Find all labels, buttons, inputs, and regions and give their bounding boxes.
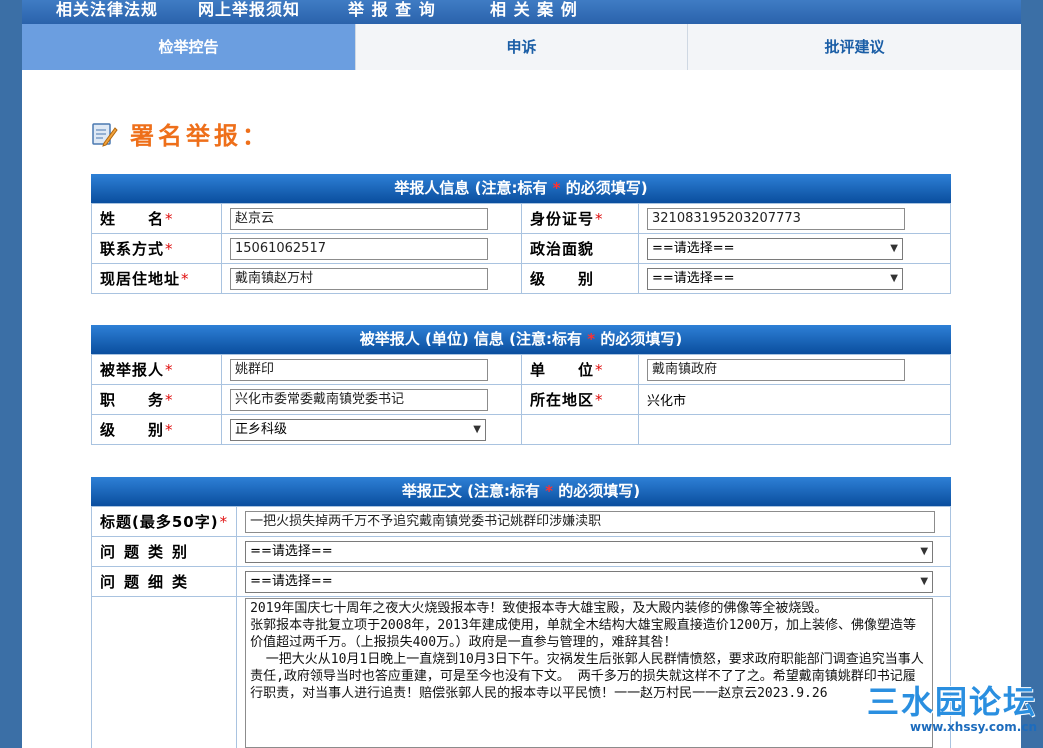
accused-panel: 被举报人 (单位) 信息 (注意:标有 * 的必须填写) 被举报人* 姚群印 单…: [91, 325, 951, 445]
page-right-border: [1021, 0, 1043, 748]
accused-header-text: 被举报人 (单位) 信息 (注意:标有: [359, 330, 588, 348]
nav-query[interactable]: 举 报 查 询: [348, 0, 436, 22]
watermark-title: 三水园论坛: [866, 683, 1037, 721]
id-number-field[interactable]: 321083195203207773: [647, 207, 905, 230]
chevron-down-icon: ▼: [890, 242, 898, 254]
required-star: *: [587, 330, 596, 348]
category-label: 问题类别: [90, 536, 238, 567]
nav-guide[interactable]: 网上举报须知: [198, 0, 300, 22]
tab-appeal[interactable]: 申诉: [355, 24, 687, 70]
content-panel: 举报正文 (注意:标有 * 的必须填写) 标题(最多50字)* 一把火损失掉两千…: [90, 477, 951, 748]
notepad-pencil-icon: [90, 119, 118, 147]
page-content: 相关法律法规 网上举报须知 举 报 查 询 相 关 案 例 检举控告 申诉 批评…: [22, 0, 1021, 748]
subject-label: 标题(最多50字)*: [90, 506, 238, 537]
detail-select[interactable]: ==请选择== ▼: [245, 570, 934, 593]
unit-field[interactable]: 戴南镇政府: [647, 358, 905, 381]
content-header-text: 举报正文 (注意:标有: [401, 482, 546, 500]
category-select[interactable]: ==请选择== ▼: [245, 540, 934, 563]
duty-label: 职 务*: [91, 384, 222, 415]
page-left-border: [0, 0, 22, 748]
reporter-table: 姓 名* 赵京云 身份证号* 321083195203207773 联系方式* …: [91, 203, 951, 294]
content-header-text-end: 的必须填写): [553, 482, 641, 500]
top-nav: 相关法律法规 网上举报须知 举 报 查 询 相 关 案 例: [22, 0, 1021, 24]
section-heading: 署名举报：: [90, 116, 270, 150]
accused-level-label: 级 别*: [91, 414, 222, 445]
forum-watermark: 三水园论坛 www.xhssy.com.cn: [867, 684, 1037, 734]
accused-name-field[interactable]: 姚群印: [230, 358, 488, 381]
reporter-level-label: 级 别: [521, 263, 639, 294]
id-label: 身份证号*: [521, 203, 639, 234]
subject-field[interactable]: 一把火损失掉两千万不予追究戴南镇党委书记姚群印涉嫌渎职: [245, 510, 936, 533]
reporter-header-text: 举报人信息 (注意:标有: [394, 179, 553, 197]
page-title: 署名举报：: [130, 121, 270, 150]
phone-field[interactable]: 15061062517: [230, 237, 488, 260]
chevron-down-icon: ▼: [920, 545, 929, 557]
accused-level-select[interactable]: 正乡科级 ▼: [230, 418, 486, 441]
chevron-down-icon: ▼: [920, 575, 929, 587]
nav-cases[interactable]: 相 关 案 例: [490, 0, 578, 22]
report-type-tabs: 检举控告 申诉 批评建议: [22, 24, 1021, 70]
nav-legal[interactable]: 相关法律法规: [56, 0, 158, 22]
tab-accusation[interactable]: 检举控告: [22, 24, 355, 70]
detail-label: 问题细类: [90, 566, 238, 597]
required-star: *: [545, 482, 554, 500]
name-label: 姓 名*: [91, 203, 222, 234]
chevron-down-icon: ▼: [473, 423, 481, 435]
reporter-level-select[interactable]: ==请选择== ▼: [647, 267, 903, 290]
content-panel-header: 举报正文 (注意:标有 * 的必须填写): [91, 477, 951, 506]
address-field[interactable]: 戴南镇赵万村: [230, 267, 488, 290]
content-table: 标题(最多50字)* 一把火损失掉两千万不予追究戴南镇党委书记姚群印涉嫌渎职 问…: [90, 506, 951, 748]
region-value: 兴化市: [647, 394, 687, 409]
tab-suggestion[interactable]: 批评建议: [687, 24, 1021, 70]
accused-table: 被举报人* 姚群印 单 位* 戴南镇政府 职 务* 兴化市委常委戴南镇党委书记 …: [91, 354, 951, 445]
address-label: 现居住地址*: [91, 263, 222, 294]
accused-name-label: 被举报人*: [91, 354, 222, 385]
politics-label: 政治面貌: [521, 233, 639, 264]
accused-panel-header: 被举报人 (单位) 信息 (注意:标有 * 的必须填写): [91, 325, 951, 354]
watermark-url: www.xhssy.com.cn: [910, 720, 1037, 734]
duty-field[interactable]: 兴化市委常委戴南镇党委书记: [230, 388, 488, 411]
reporter-header-text-end: 的必须填写): [560, 179, 648, 197]
body-label-cell: [90, 596, 238, 748]
name-field[interactable]: 赵京云: [230, 207, 488, 230]
phone-label: 联系方式*: [91, 233, 222, 264]
chevron-down-icon: ▼: [890, 272, 898, 284]
reporter-panel: 举报人信息 (注意:标有 * 的必须填写) 姓 名* 赵京云 身份证号* 321…: [91, 174, 951, 294]
reporter-panel-header: 举报人信息 (注意:标有 * 的必须填写): [91, 174, 951, 203]
politics-select[interactable]: ==请选择== ▼: [647, 237, 903, 260]
unit-label: 单 位*: [521, 354, 639, 385]
report-body-textarea[interactable]: 2019年国庆七十周年之夜大火烧毁报本寺！致使报本寺大雄宝殿，及大殿内装修的佛像…: [245, 598, 934, 748]
required-star: *: [552, 179, 561, 197]
accused-header-text-end: 的必须填写): [595, 330, 683, 348]
region-label: 所在地区*: [521, 384, 639, 415]
